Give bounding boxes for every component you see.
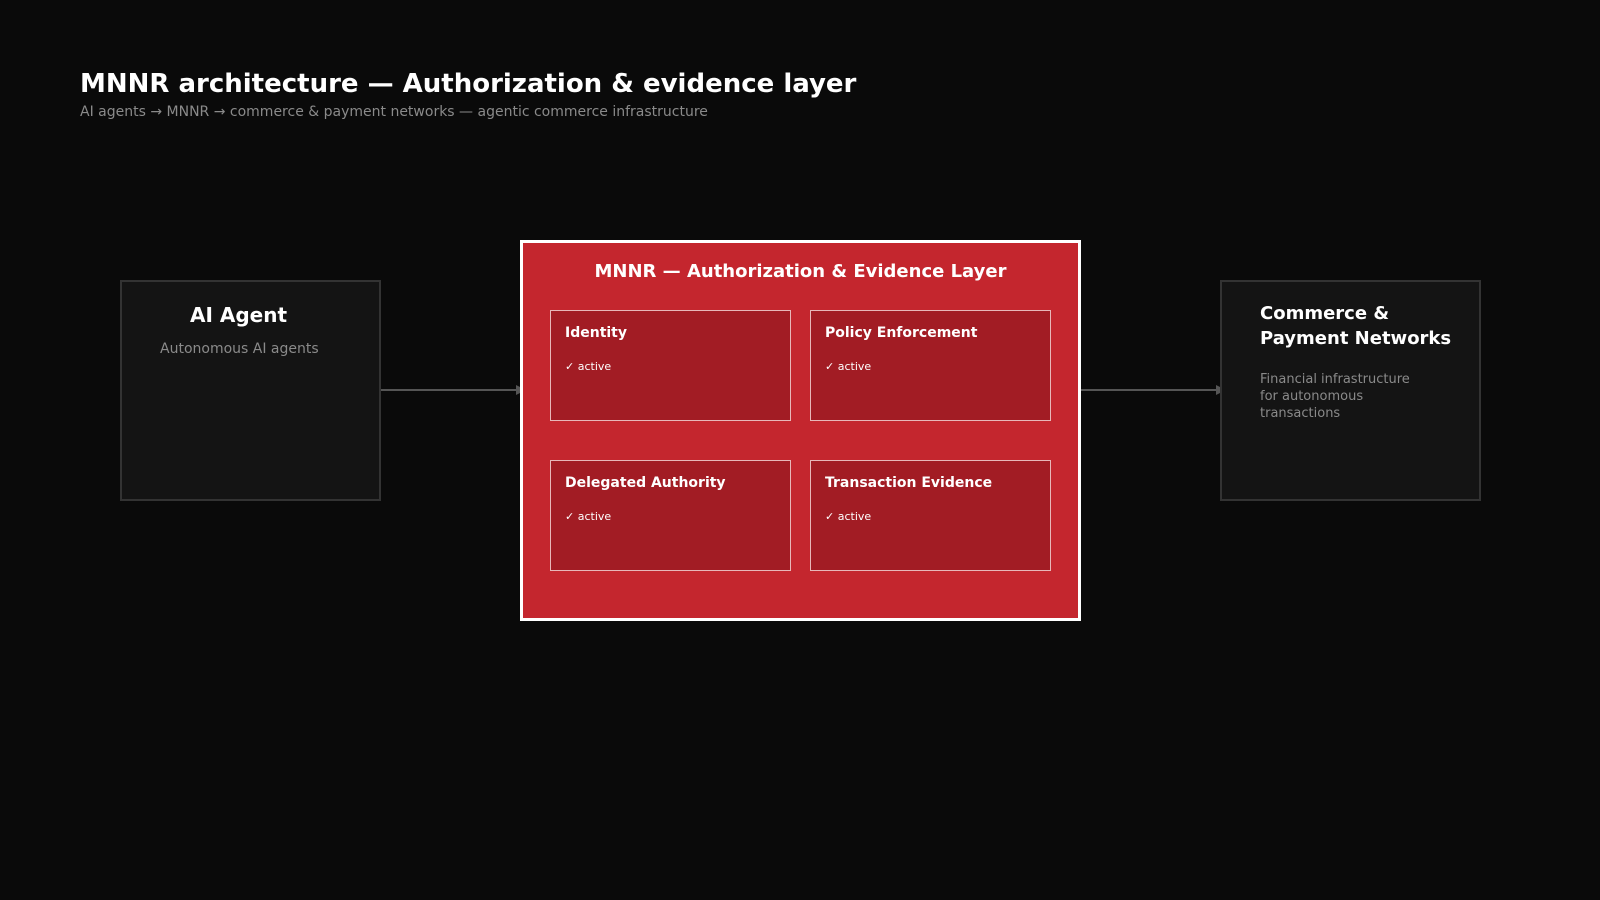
module-name: Identity	[565, 325, 628, 341]
layer-to-network-connector	[1081, 389, 1216, 391]
architecture-diagram: MNNR architecture — Authorization & evid…	[0, 0, 1600, 900]
module-name: Policy Enforcement	[825, 325, 978, 341]
mnnr-layer-node: MNNR — Authorization & Evidence Layer Id…	[520, 240, 1081, 621]
module-status: ✓ active	[825, 510, 872, 523]
commerce-network-node: Commerce & Payment Networks Financial in…	[1220, 280, 1481, 501]
page-subtitle: AI agents → MNNR → commerce & payment ne…	[80, 104, 708, 120]
agent-to-layer-connector	[381, 389, 519, 391]
module-status: ✓ active	[565, 360, 612, 373]
ai-agent-description: Autonomous AI agents	[160, 341, 319, 357]
module-status: ✓ active	[565, 510, 612, 523]
module-transaction-evidence: Transaction Evidence ✓ active	[810, 460, 1051, 571]
ai-agent-node: AI Agent Autonomous AI agents	[120, 280, 381, 501]
page-title: MNNR architecture — Authorization & evid…	[80, 69, 857, 99]
module-name: Delegated Authority	[565, 475, 726, 491]
commerce-network-title: Commerce & Payment Networks	[1260, 303, 1452, 349]
module-identity: Identity ✓ active	[550, 310, 791, 421]
module-policy-enforcement: Policy Enforcement ✓ active	[810, 310, 1051, 421]
ai-agent-title: AI Agent	[190, 303, 288, 327]
mnnr-layer-title: MNNR — Authorization & Evidence Layer	[594, 261, 1007, 282]
module-name: Transaction Evidence	[825, 475, 993, 491]
module-status: ✓ active	[825, 360, 872, 373]
commerce-network-description: Financial infrastructure for autonomous …	[1260, 372, 1410, 421]
module-delegated-authority: Delegated Authority ✓ active	[550, 460, 791, 571]
